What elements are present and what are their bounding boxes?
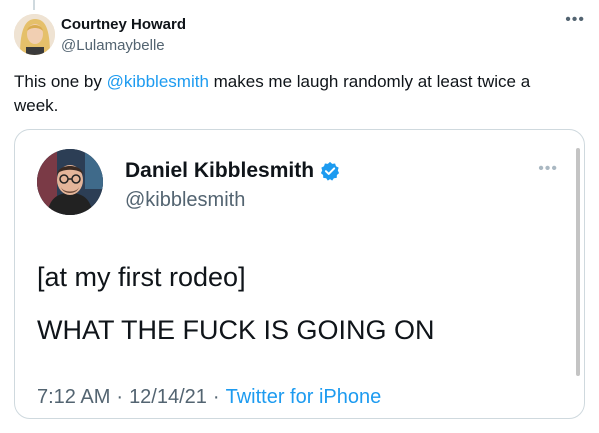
mention-link[interactable]: @kibblesmith <box>107 72 209 91</box>
tweet-text: This one by @kibblesmith makes me laugh … <box>14 70 574 118</box>
quoted-tweet-line-1: [at my first rodeo] <box>37 262 246 292</box>
quoted-tweet-card[interactable]: Daniel Kibblesmith @kibblesmith ••• [at … <box>14 129 585 419</box>
avatar[interactable] <box>14 14 55 55</box>
verified-badge-icon <box>320 161 340 181</box>
more-options-icon[interactable]: ••• <box>565 11 585 29</box>
tweet-source-link[interactable]: Twitter for iPhone <box>226 386 382 408</box>
author-handle[interactable]: @Lulamaybelle <box>61 37 165 55</box>
tweet-date[interactable]: 12/14/21 <box>129 386 207 408</box>
quoted-avatar[interactable] <box>37 149 103 215</box>
quoted-author-display-name[interactable]: Daniel Kibblesmith <box>125 158 314 184</box>
quoted-more-options-icon[interactable]: ••• <box>538 160 558 178</box>
quoted-avatar-image <box>37 149 103 215</box>
scrollbar[interactable] <box>576 148 580 376</box>
quoted-tweet-line-2: WHAT THE FUCK IS GOING ON <box>37 315 435 345</box>
thread-line <box>33 0 35 10</box>
avatar-image <box>14 14 55 55</box>
quoted-author-name-row[interactable]: Daniel Kibblesmith <box>125 158 340 184</box>
quoted-tweet-footer: 7:12 AM · 12/14/21 · Twitter for iPhone <box>37 385 381 409</box>
author-display-name[interactable]: Courtney Howard <box>61 16 186 34</box>
separator: · <box>116 386 124 408</box>
tweet-text-before: This one by <box>14 72 107 91</box>
tweet-time[interactable]: 7:12 AM <box>37 386 110 408</box>
quoted-author-handle[interactable]: @kibblesmith <box>125 188 245 212</box>
separator: · <box>212 386 220 408</box>
